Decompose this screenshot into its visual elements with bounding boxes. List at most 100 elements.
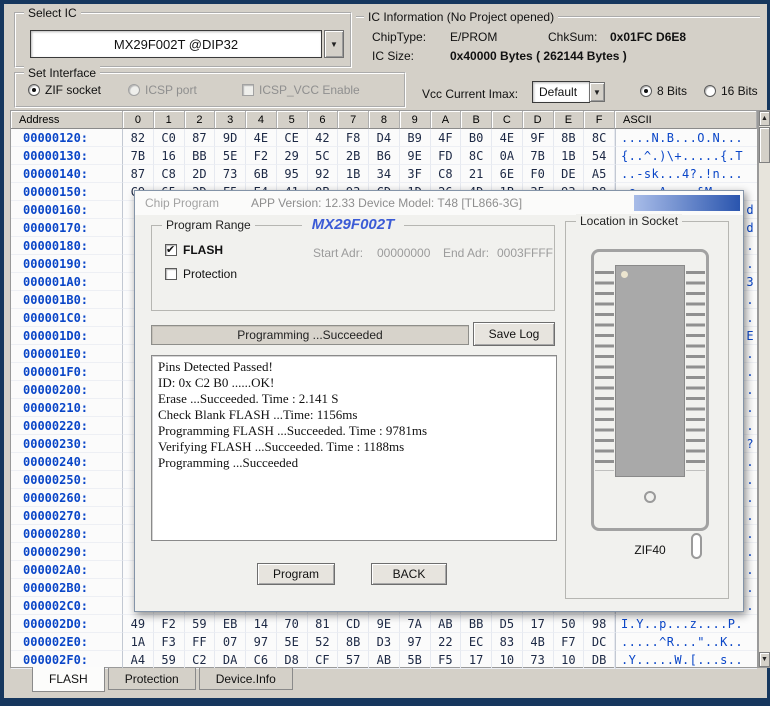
hex-byte-cell[interactable]: CF bbox=[308, 651, 339, 669]
hex-byte-cell[interactable]: 87 bbox=[123, 165, 154, 183]
hex-byte-cell[interactable]: C2 bbox=[185, 651, 216, 669]
hex-byte-cell[interactable]: B6 bbox=[369, 147, 400, 165]
hex-byte-cell[interactable]: B9 bbox=[400, 129, 431, 147]
hex-byte-cell[interactable]: A5 bbox=[584, 165, 615, 183]
bits8-radio[interactable]: 8 Bits bbox=[640, 84, 687, 98]
hex-byte-cell[interactable]: 97 bbox=[246, 633, 277, 651]
hex-scrollbar[interactable]: ▲ ▼ bbox=[758, 110, 770, 668]
icsp-port-radio[interactable]: ICSP port bbox=[128, 83, 197, 97]
hex-byte-cell[interactable]: 9F bbox=[523, 129, 554, 147]
vcc-imax-combobox[interactable]: Default bbox=[532, 81, 590, 103]
hex-byte-cell[interactable]: 14 bbox=[246, 615, 277, 633]
hex-byte-cell[interactable]: AB bbox=[369, 651, 400, 669]
scroll-down-button[interactable]: ▼ bbox=[759, 652, 770, 667]
hex-byte-cell[interactable]: F3 bbox=[154, 633, 185, 651]
hex-byte-cell[interactable]: 98 bbox=[584, 615, 615, 633]
hex-ascii-cell[interactable]: .Y.....W.[...s.. bbox=[615, 651, 757, 669]
hex-byte-cell[interactable]: 6B bbox=[246, 165, 277, 183]
hex-byte-cell[interactable]: 07 bbox=[215, 633, 246, 651]
hex-byte-cell[interactable]: DA bbox=[215, 651, 246, 669]
hex-byte-cell[interactable]: 17 bbox=[461, 651, 492, 669]
hex-byte-cell[interactable]: 1A bbox=[123, 633, 154, 651]
hex-byte-cell[interactable]: 17 bbox=[523, 615, 554, 633]
hex-ascii-cell[interactable]: I.Y..p...z....P. bbox=[615, 615, 757, 633]
tab-device-info[interactable]: Device.Info bbox=[199, 668, 293, 690]
hex-byte-cell[interactable]: 22 bbox=[431, 633, 462, 651]
hex-byte-cell[interactable]: B0 bbox=[461, 129, 492, 147]
hex-byte-cell[interactable]: 73 bbox=[215, 165, 246, 183]
hex-byte-cell[interactable]: D4 bbox=[369, 129, 400, 147]
hex-byte-cell[interactable]: 5C bbox=[308, 147, 339, 165]
hex-byte-cell[interactable]: 21 bbox=[461, 165, 492, 183]
hex-byte-cell[interactable]: 1B bbox=[554, 147, 585, 165]
hex-byte-cell[interactable]: F0 bbox=[523, 165, 554, 183]
hex-ascii-cell[interactable]: ....N.B...O.N... bbox=[615, 129, 757, 147]
hex-byte-cell[interactable]: 4E bbox=[246, 129, 277, 147]
hex-byte-cell[interactable]: 10 bbox=[554, 651, 585, 669]
hex-byte-cell[interactable]: D3 bbox=[369, 633, 400, 651]
program-button[interactable]: Program bbox=[257, 563, 335, 585]
hex-byte-cell[interactable]: 50 bbox=[554, 615, 585, 633]
hex-byte-cell[interactable]: 9D bbox=[215, 129, 246, 147]
flash-checkbox[interactable]: FLASH bbox=[165, 243, 223, 257]
ic-select-combobox[interactable]: MX29F002T @DIP32 bbox=[30, 30, 322, 58]
hex-byte-cell[interactable]: 8B bbox=[338, 633, 369, 651]
hex-byte-cell[interactable]: 16 bbox=[154, 147, 185, 165]
protection-checkbox[interactable]: Protection bbox=[165, 267, 237, 281]
hex-byte-cell[interactable]: F5 bbox=[431, 651, 462, 669]
hex-byte-cell[interactable]: 9E bbox=[369, 615, 400, 633]
hex-byte-cell[interactable]: 4E bbox=[492, 129, 523, 147]
hex-byte-cell[interactable]: DC bbox=[584, 633, 615, 651]
hex-byte-cell[interactable]: D5 bbox=[492, 615, 523, 633]
hex-byte-cell[interactable]: 70 bbox=[277, 615, 308, 633]
hex-byte-cell[interactable]: AB bbox=[431, 615, 462, 633]
hex-byte-cell[interactable]: 5E bbox=[215, 147, 246, 165]
hex-ascii-cell[interactable]: {..^.)\+.....{.T bbox=[615, 147, 757, 165]
hex-byte-cell[interactable]: 6E bbox=[492, 165, 523, 183]
hex-byte-cell[interactable]: 8C bbox=[461, 147, 492, 165]
hex-byte-cell[interactable]: C8 bbox=[431, 165, 462, 183]
hex-byte-cell[interactable]: 10 bbox=[492, 651, 523, 669]
hex-byte-cell[interactable]: F2 bbox=[154, 615, 185, 633]
tab-protection[interactable]: Protection bbox=[108, 668, 196, 690]
hex-ascii-cell[interactable]: ..-sk...4?.!n... bbox=[615, 165, 757, 183]
hex-byte-cell[interactable]: 7B bbox=[523, 147, 554, 165]
hex-byte-cell[interactable]: C6 bbox=[246, 651, 277, 669]
hex-byte-cell[interactable]: DE bbox=[554, 165, 585, 183]
hex-byte-cell[interactable]: 1B bbox=[338, 165, 369, 183]
hex-byte-cell[interactable]: 49 bbox=[123, 615, 154, 633]
hex-byte-cell[interactable]: A4 bbox=[123, 651, 154, 669]
hex-byte-cell[interactable]: BB bbox=[461, 615, 492, 633]
hex-byte-cell[interactable]: F8 bbox=[338, 129, 369, 147]
hex-byte-cell[interactable]: 57 bbox=[338, 651, 369, 669]
hex-ascii-cell[interactable]: .....^R..."..K.. bbox=[615, 633, 757, 651]
hex-byte-cell[interactable]: C0 bbox=[154, 129, 185, 147]
hex-byte-cell[interactable]: BB bbox=[185, 147, 216, 165]
tab-flash[interactable]: FLASH bbox=[32, 667, 105, 692]
hex-byte-cell[interactable]: 8C bbox=[584, 129, 615, 147]
hex-byte-cell[interactable]: 54 bbox=[584, 147, 615, 165]
icsp-vcc-checkbox[interactable]: ICSP_VCC Enable bbox=[242, 83, 360, 97]
hex-byte-cell[interactable]: 0A bbox=[492, 147, 523, 165]
hex-byte-cell[interactable]: 9E bbox=[400, 147, 431, 165]
hex-byte-cell[interactable]: 7A bbox=[400, 615, 431, 633]
hex-byte-cell[interactable]: 5E bbox=[277, 633, 308, 651]
hex-byte-cell[interactable]: 92 bbox=[308, 165, 339, 183]
hex-byte-cell[interactable]: FF bbox=[185, 633, 216, 651]
vcc-imax-dropdown-button[interactable]: ▼ bbox=[589, 82, 605, 102]
hex-byte-cell[interactable]: 82 bbox=[123, 129, 154, 147]
back-button[interactable]: BACK bbox=[371, 563, 447, 585]
scroll-up-button[interactable]: ▲ bbox=[759, 111, 770, 126]
zif-socket-radio[interactable]: ZIF socket bbox=[28, 83, 101, 97]
hex-byte-cell[interactable]: F7 bbox=[554, 633, 585, 651]
hex-byte-cell[interactable]: 2D bbox=[185, 165, 216, 183]
hex-byte-cell[interactable]: EC bbox=[461, 633, 492, 651]
hex-byte-cell[interactable]: CD bbox=[338, 615, 369, 633]
hex-byte-cell[interactable]: 4B bbox=[523, 633, 554, 651]
hex-byte-cell[interactable]: 7B bbox=[123, 147, 154, 165]
hex-byte-cell[interactable]: 73 bbox=[523, 651, 554, 669]
hex-byte-cell[interactable]: 95 bbox=[277, 165, 308, 183]
hex-byte-cell[interactable]: EB bbox=[215, 615, 246, 633]
hex-byte-cell[interactable]: 3F bbox=[400, 165, 431, 183]
hex-byte-cell[interactable]: C8 bbox=[154, 165, 185, 183]
